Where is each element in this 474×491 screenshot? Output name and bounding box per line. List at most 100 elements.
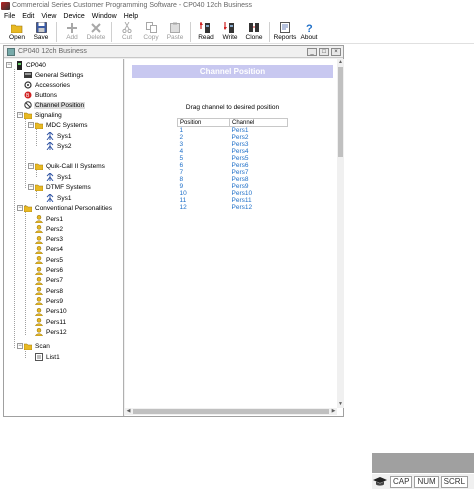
- table-row[interactable]: 11 Pers11: [178, 197, 288, 204]
- signal-system-icon: [46, 132, 54, 140]
- channel-cell[interactable]: Pers2: [230, 134, 288, 141]
- table-row[interactable]: 2 Pers2: [178, 134, 288, 141]
- scroll-right-arrow-icon[interactable]: ▶: [330, 408, 337, 415]
- minimize-button[interactable]: _: [307, 47, 317, 56]
- personality-icon: [35, 245, 43, 254]
- personality-icon: [35, 225, 43, 234]
- tree-item-dtmf-systems[interactable]: DTMF Systems: [35, 182, 92, 192]
- cut-button[interactable]: Cut: [115, 21, 139, 43]
- tree-item-mdc-systems[interactable]: MDC Systems: [35, 120, 89, 130]
- clipboard-icon: [169, 22, 181, 33]
- tree-item-personality[interactable]: Pers10: [35, 307, 68, 317]
- paste-button[interactable]: Paste: [163, 21, 187, 43]
- expand-toggle[interactable]: −: [28, 122, 34, 128]
- tree-item-personality[interactable]: Pers5: [35, 255, 64, 265]
- tree-item-conventional-personalities[interactable]: Conventional Personalities: [24, 203, 113, 213]
- write-button[interactable]: Write: [218, 21, 242, 43]
- table-row[interactable]: 3 Pers3: [178, 141, 288, 148]
- tree-item-root[interactable]: CP040: [15, 60, 47, 70]
- menu-help[interactable]: Help: [120, 13, 141, 20]
- expand-toggle[interactable]: −: [17, 343, 23, 349]
- table-row[interactable]: 7 Pers7: [178, 169, 288, 176]
- channel-cell[interactable]: Pers9: [230, 183, 288, 190]
- menu-file[interactable]: File: [0, 13, 18, 20]
- expand-toggle[interactable]: −: [28, 163, 34, 169]
- scroll-down-arrow-icon[interactable]: ▼: [337, 401, 344, 408]
- table-row[interactable]: 6 Pers6: [178, 162, 288, 169]
- tree-item-personality[interactable]: Pers11: [35, 317, 67, 327]
- tree-item-mdc-sys2[interactable]: Sys2: [46, 141, 72, 151]
- menu-window[interactable]: Window: [88, 13, 120, 20]
- clone-button[interactable]: Clone: [242, 21, 266, 43]
- channel-cell[interactable]: Pers1: [230, 127, 288, 135]
- channel-cell[interactable]: Pers8: [230, 176, 288, 183]
- channel-cell[interactable]: Pers4: [230, 148, 288, 155]
- horizontal-scrollbar[interactable]: ◀ ▶: [125, 408, 337, 415]
- save-button[interactable]: Save: [29, 21, 53, 43]
- menu-edit[interactable]: Edit: [18, 13, 37, 20]
- tree-item-personality[interactable]: Pers6: [35, 266, 64, 276]
- channel-cell[interactable]: Pers6: [230, 162, 288, 169]
- tree-item-quik-call-sys1[interactable]: Sys1: [46, 172, 72, 182]
- reports-button[interactable]: Reports: [273, 21, 297, 43]
- scroll-up-arrow-icon[interactable]: ▲: [337, 59, 344, 66]
- table-row[interactable]: 4 Pers4: [178, 148, 288, 155]
- svg-text:?: ?: [306, 23, 313, 33]
- tree-item-personality[interactable]: Pers8: [35, 286, 64, 296]
- open-button[interactable]: Open: [5, 21, 29, 43]
- channel-cell[interactable]: Pers3: [230, 141, 288, 148]
- copy-button[interactable]: Copy: [139, 21, 163, 43]
- tree-item-personality[interactable]: Pers2: [35, 224, 64, 234]
- tree-item-signaling[interactable]: Signaling: [24, 110, 63, 120]
- expand-toggle[interactable]: −: [17, 112, 23, 118]
- expand-toggle[interactable]: −: [6, 62, 12, 68]
- about-button[interactable]: ? About: [297, 21, 321, 43]
- table-row[interactable]: 9 Pers9: [178, 183, 288, 190]
- tree-item-dtmf-sys1[interactable]: Sys1: [46, 193, 72, 203]
- tree-item-mdc-sys1[interactable]: Sys1: [46, 131, 72, 141]
- expand-toggle[interactable]: −: [17, 205, 23, 211]
- tree-item-accessories[interactable]: Accessories: [24, 80, 71, 90]
- add-button[interactable]: Add: [60, 21, 84, 43]
- channel-cell[interactable]: Pers7: [230, 169, 288, 176]
- table-row[interactable]: 10 Pers10: [178, 190, 288, 197]
- tree-item-scan[interactable]: Scan: [24, 341, 51, 351]
- tree-item-scan-list1[interactable]: List1: [35, 352, 61, 362]
- tree-item-personality[interactable]: Pers9: [35, 296, 64, 306]
- tree-item-personality[interactable]: Pers7: [35, 276, 64, 286]
- table-row[interactable]: 5 Pers5: [178, 155, 288, 162]
- channel-cell[interactable]: Pers10: [230, 190, 288, 197]
- tree-item-channel-position[interactable]: Channel Position: [24, 100, 86, 110]
- close-button[interactable]: ×: [331, 47, 341, 56]
- column-header-position[interactable]: Position: [177, 118, 230, 127]
- column-header-channel[interactable]: Channel: [229, 118, 288, 127]
- tree-item-general-settings[interactable]: General Settings: [24, 70, 84, 80]
- read-button[interactable]: Read: [194, 21, 218, 43]
- table-row[interactable]: 12 Pers12: [178, 204, 288, 211]
- table-row[interactable]: 8 Pers8: [178, 176, 288, 183]
- tree-item-personality[interactable]: Pers1: [35, 214, 64, 224]
- channel-cell[interactable]: Pers11: [230, 197, 288, 204]
- tree-item-buttons[interactable]: B Buttons: [24, 90, 58, 100]
- tree-item-label: Pers8: [46, 287, 63, 295]
- horizontal-scroll-thumb[interactable]: [133, 409, 329, 414]
- menu-view[interactable]: View: [37, 13, 59, 20]
- vertical-scroll-thumb[interactable]: [338, 67, 343, 157]
- tree-connector: [14, 205, 15, 348]
- vertical-scrollbar[interactable]: ▲ ▼: [337, 59, 344, 408]
- table-row[interactable]: 1 Pers1: [178, 127, 288, 135]
- expand-toggle[interactable]: −: [28, 184, 34, 190]
- tree-connector: [25, 205, 26, 335]
- codeplug-window-titlebar[interactable]: CP040 12ch Business _ □ ×: [4, 46, 343, 58]
- restore-button[interactable]: □: [319, 47, 329, 56]
- tree-item-quik-call-systems[interactable]: Quik-Call II Systems: [35, 161, 106, 171]
- menu-device[interactable]: Device: [59, 13, 87, 20]
- tree-item-personality[interactable]: Pers4: [35, 245, 64, 255]
- position-cell: 2: [179, 134, 184, 141]
- channel-cell[interactable]: Pers5: [230, 155, 288, 162]
- tree-item-personality[interactable]: Pers3: [35, 235, 64, 245]
- delete-button[interactable]: Delete: [84, 21, 108, 43]
- scroll-left-arrow-icon[interactable]: ◀: [125, 408, 132, 415]
- channel-cell[interactable]: Pers12: [230, 204, 288, 211]
- tree-item-personality[interactable]: Pers12: [35, 327, 68, 337]
